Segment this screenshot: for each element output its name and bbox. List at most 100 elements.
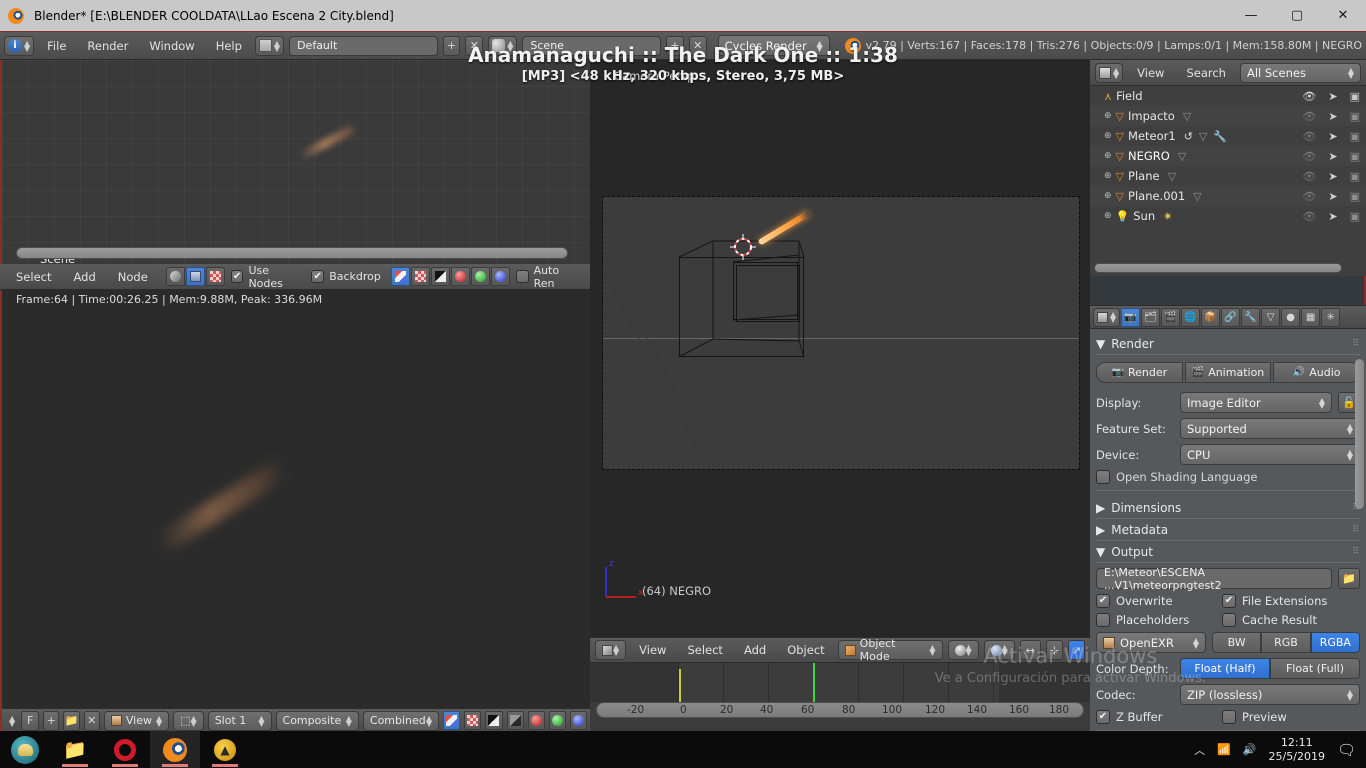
- eye-icon[interactable]: 👁: [1302, 190, 1316, 203]
- output-panel-header[interactable]: ▼ Output ⠿: [1096, 541, 1360, 563]
- pivot-button[interactable]: ⬚ ▲ ▼: [173, 710, 204, 731]
- volume-icon[interactable]: 🔊: [1243, 743, 1257, 756]
- alpha-channel-icon[interactable]: [410, 267, 430, 286]
- particles-tab-icon[interactable]: ✳: [1321, 307, 1341, 327]
- eye-icon[interactable]: 👁: [1302, 210, 1316, 223]
- cursor-arrow-icon[interactable]: ➤: [1328, 170, 1337, 183]
- cursor-arrow-icon[interactable]: ➤: [1328, 190, 1337, 203]
- auto-render-checkbox[interactable]: Auto Ren: [515, 264, 582, 290]
- menu-help[interactable]: Help: [208, 37, 250, 55]
- compositing-nodes-tab-icon[interactable]: [185, 267, 205, 286]
- camera-icon[interactable]: ▣: [1350, 110, 1360, 123]
- delete-layout-button[interactable]: ✕: [465, 35, 484, 56]
- node-menu-select[interactable]: Select: [8, 268, 59, 286]
- eye-icon[interactable]: 👁: [1302, 150, 1316, 163]
- maximize-button[interactable]: ▢: [1274, 0, 1320, 31]
- scene-icon-box[interactable]: ▲ ▼: [488, 35, 518, 56]
- unlink-image-button[interactable]: ✕: [83, 710, 100, 731]
- render-engine-dropdown[interactable]: Cycles Render ▲ ▼: [717, 35, 830, 56]
- world-tab-icon[interactable]: 🌐: [1181, 307, 1201, 327]
- blender-taskbar-button[interactable]: [150, 731, 200, 768]
- placeholders-checkbox[interactable]: Placeholders: [1096, 613, 1216, 627]
- feature-set-dropdown[interactable]: Supported ▲ ▼: [1180, 418, 1360, 439]
- image-editor-canvas[interactable]: Frame:64 | Time:00:26.25 | Mem:9.88M, Pe…: [0, 290, 590, 732]
- outliner-item-plane-001[interactable]: ⊕ ▽ Plane.001 ▽ 👁 ➤ ▣: [1090, 186, 1366, 206]
- node-menu-add[interactable]: Add: [65, 268, 103, 286]
- snap-during-transform-button[interactable]: ↔: [1019, 640, 1041, 660]
- object-tab-icon[interactable]: 📦: [1201, 307, 1221, 327]
- dimensions-panel-header[interactable]: ▶ Dimensions ⠿: [1096, 497, 1360, 519]
- expand-plus-icon[interactable]: ⊕: [1104, 211, 1112, 221]
- display-color-icon[interactable]: [443, 711, 461, 730]
- cursor-arrow-icon[interactable]: ➤: [1328, 110, 1337, 123]
- pivot-point-dropdown[interactable]: ▲ ▼: [983, 640, 1015, 660]
- file-explorer-button[interactable]: 📁: [50, 731, 100, 768]
- cache-result-checkbox[interactable]: Cache Result: [1222, 613, 1317, 627]
- node-editor-canvas[interactable]: Scene: [0, 60, 590, 264]
- overwrite-checkbox[interactable]: Overwrite: [1096, 594, 1216, 608]
- chevron-up-icon[interactable]: ︿: [1194, 742, 1205, 758]
- render-image-button[interactable]: 📷 Render: [1096, 362, 1183, 383]
- material-tab-icon[interactable]: ●: [1281, 307, 1301, 327]
- close-button[interactable]: ✕: [1320, 0, 1366, 31]
- render-panel-header[interactable]: ▼ Render ⠿: [1096, 333, 1360, 355]
- outliner-item-meteor1[interactable]: ⊕ ▽ Meteor1 ↺ ▽ 🔧 👁 ➤ ▣: [1090, 126, 1366, 146]
- screen-layout-field[interactable]: Default: [289, 35, 438, 56]
- scene-tab-icon[interactable]: 🎬: [1161, 307, 1181, 327]
- texture-nodes-tab-icon[interactable]: [205, 267, 225, 286]
- wifi-icon[interactable]: 📶: [1217, 743, 1231, 756]
- display-alpha-over-icon[interactable]: [506, 711, 524, 730]
- start-button[interactable]: [0, 731, 50, 768]
- eye-icon[interactable]: 👁: [1302, 130, 1316, 143]
- file-extensions-checkbox[interactable]: File Extensions: [1222, 594, 1327, 608]
- camera-icon[interactable]: ▣: [1350, 190, 1360, 203]
- interaction-mode-dropdown[interactable]: Object Mode ▲ ▼: [837, 637, 943, 663]
- float-half-button[interactable]: Float (Half): [1180, 658, 1270, 679]
- z-buffer-checkbox[interactable]: Z Buffer: [1096, 710, 1216, 724]
- viewport-shading-dropdown[interactable]: ▲ ▼: [947, 640, 979, 660]
- add-scene-button[interactable]: +: [666, 35, 684, 56]
- display-alpha-icon[interactable]: [464, 711, 482, 730]
- outliner-menu-search[interactable]: Search: [1178, 64, 1234, 82]
- menu-file[interactable]: File: [39, 37, 74, 55]
- cursor-arrow-icon[interactable]: ➤: [1328, 150, 1337, 163]
- properties-vertical-scrollbar[interactable]: [1355, 359, 1364, 509]
- fake-user-button[interactable]: F: [21, 710, 40, 731]
- osl-row[interactable]: Open Shading Language: [1096, 470, 1360, 484]
- delete-scene-button[interactable]: ✕: [688, 35, 707, 56]
- camera-icon[interactable]: ▣: [1350, 150, 1360, 163]
- notification-icon[interactable]: 🗨: [1337, 741, 1356, 759]
- checkbox-icon[interactable]: [1096, 470, 1110, 484]
- object-data-tab-icon[interactable]: ▽: [1261, 307, 1281, 327]
- color-mode-bw-button[interactable]: BW: [1212, 632, 1262, 653]
- opera-button[interactable]: [100, 731, 150, 768]
- camera-icon[interactable]: ▣: [1350, 210, 1360, 223]
- autodesk-button[interactable]: ▲: [200, 731, 250, 768]
- eye-icon[interactable]: 👁: [1302, 170, 1316, 183]
- display-zbuffer-icon[interactable]: [485, 711, 503, 730]
- cursor-arrow-icon[interactable]: ➤: [1328, 210, 1337, 223]
- translate-manipulator-button[interactable]: ↗: [1067, 640, 1086, 660]
- node-menu-node[interactable]: Node: [110, 268, 156, 286]
- expand-plus-icon[interactable]: ⊕: [1104, 111, 1112, 121]
- color-mode-rgb-button[interactable]: RGB: [1261, 632, 1311, 653]
- 3d-viewport[interactable]: Camera Persp z x (64) NEGRO: [590, 60, 1090, 637]
- red-channel-icon[interactable]: [527, 711, 545, 730]
- color-and-alpha-icon[interactable]: [390, 267, 410, 286]
- taskbar-clock[interactable]: 12:11 25/5/2019: [1269, 736, 1325, 764]
- new-image-button[interactable]: +: [43, 710, 60, 731]
- render-tab-icon[interactable]: 📷: [1121, 307, 1141, 327]
- outliner-item-field[interactable]: ⋏ Field 👁 ➤ ▣: [1090, 86, 1366, 106]
- node-editor-horizontal-scrollbar[interactable]: [16, 247, 568, 259]
- render-animation-button[interactable]: 🎬 Animation: [1184, 362, 1272, 383]
- camera-icon[interactable]: ▣: [1350, 170, 1360, 183]
- render-audio-button[interactable]: 🔊 Audio: [1273, 362, 1361, 383]
- float-full-button[interactable]: Float (Full): [1270, 658, 1360, 679]
- camera-icon[interactable]: ▣: [1350, 90, 1360, 103]
- manipulator-toggle-button[interactable]: ⊹: [1045, 640, 1063, 660]
- timeline-editor[interactable]: -20 0 20 40 60 80 100 120 140 160 180 rt…: [590, 663, 1090, 732]
- cursor-arrow-icon[interactable]: ➤: [1328, 90, 1337, 103]
- viewport-menu-add[interactable]: Add: [736, 641, 774, 659]
- z-depth-icon[interactable]: [430, 267, 450, 286]
- viewport-menu-select[interactable]: Select: [679, 641, 730, 659]
